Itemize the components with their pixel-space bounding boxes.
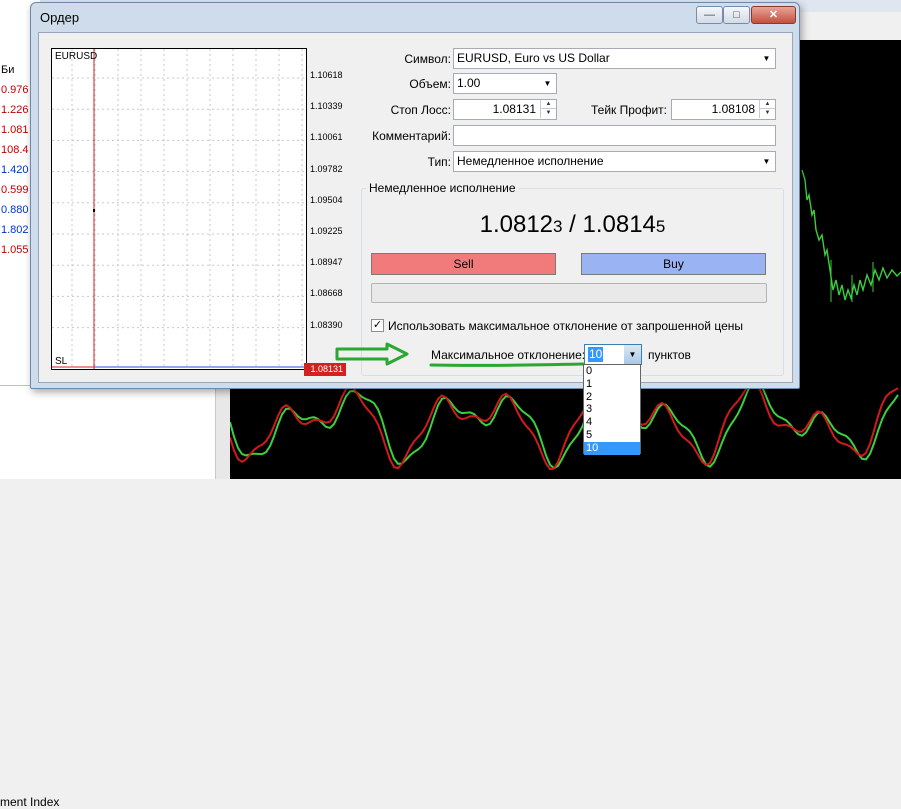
spin-down-icon[interactable]: ▼ xyxy=(759,109,775,118)
execution-group-title: Немедленное исполнение xyxy=(366,181,519,195)
take-profit-label: Тейк Профит: xyxy=(591,103,667,117)
navigator-panel: ment Index xyxy=(0,385,215,809)
quote-separator: / xyxy=(562,211,583,238)
chevron-down-icon: ▼ xyxy=(762,54,771,63)
deviation-option[interactable]: 3 xyxy=(584,403,640,416)
price-tick-label: 1.08668 xyxy=(310,288,343,299)
dialog-title: Ордер xyxy=(40,10,80,25)
deviation-option[interactable]: 1 xyxy=(584,378,640,391)
comment-label: Комментарий: xyxy=(372,129,451,143)
comment-input[interactable] xyxy=(453,125,776,146)
spin-up-icon[interactable]: ▲ xyxy=(759,100,775,109)
chevron-down-icon: ▼ xyxy=(543,79,552,88)
quote-display: 1.08123 / 1.08145 xyxy=(361,211,784,239)
annotation-arrow xyxy=(335,342,585,367)
price-tick-label: 1.09225 xyxy=(310,226,343,236)
max-deviation-checkbox-label[interactable]: Использовать максимальное отклонение от … xyxy=(388,319,743,333)
symbol-select[interactable]: EURUSD, Euro vs US Dollar ▼ xyxy=(453,48,776,69)
take-profit-input[interactable]: 1.08108 ▲ ▼ xyxy=(671,99,776,120)
minimize-button[interactable]: — xyxy=(696,6,723,24)
take-profit-value: 1.08108 xyxy=(711,102,755,116)
maximize-button[interactable]: □ xyxy=(723,6,750,24)
volume-select[interactable]: 1.00 ▼ xyxy=(453,73,557,94)
ask-price: 1.0814 xyxy=(582,211,656,238)
deviation-option[interactable]: 0 xyxy=(584,365,640,378)
chevron-down-icon[interactable]: ▼ xyxy=(624,345,641,364)
chevron-down-icon: ▼ xyxy=(762,157,771,166)
tick-chart: EURUSD SL xyxy=(51,48,307,370)
deviation-option[interactable]: 10 xyxy=(584,441,640,455)
chart-sl-label: SL xyxy=(55,356,68,367)
stop-loss-label: Стоп Лосс: xyxy=(390,103,451,117)
dialog-titlebar[interactable]: Ордер — □ ✕ xyxy=(31,3,799,31)
deviation-option[interactable]: 5 xyxy=(584,429,640,442)
symbol-label: Символ: xyxy=(404,52,451,66)
price-tick-label: 1.08947 xyxy=(310,257,343,268)
max-deviation-dropdown-list[interactable]: 0 1 2 3 4 5 10 xyxy=(583,364,641,455)
green-underline xyxy=(429,362,585,367)
max-deviation-checkbox[interactable]: ✓ xyxy=(371,319,384,332)
deviation-option[interactable]: 2 xyxy=(584,391,640,404)
deviation-option[interactable]: 4 xyxy=(584,416,640,429)
volume-label: Объем: xyxy=(409,77,451,91)
symbol-value: EURUSD, Euro vs US Dollar xyxy=(457,51,610,65)
panel-splitter[interactable] xyxy=(215,385,230,479)
dialog-body: EURUSD SL 1.10618 1.10339 1.10061 1.09782 1.… xyxy=(38,32,793,383)
order-dialog: Ордер — □ ✕ EURUSD SL 1.10618 1.10339 1.10… xyxy=(30,2,800,389)
price-tick-label: 1.08390 xyxy=(310,319,343,330)
price-tick-label: 1.09504 xyxy=(310,194,343,205)
volume-value: 1.00 xyxy=(457,76,481,90)
price-chart-background xyxy=(797,40,901,365)
order-type-select[interactable]: Немедленное исполнение ▼ xyxy=(453,151,776,172)
close-button[interactable]: ✕ xyxy=(751,6,796,24)
bid-price: 1.0812 xyxy=(479,211,554,238)
order-type-value: Немедленное исполнение xyxy=(457,154,604,168)
progress-bar xyxy=(371,283,767,303)
indicator-list-item[interactable]: ment Index xyxy=(0,795,59,809)
sell-button[interactable]: Sell xyxy=(371,253,556,275)
ask-pipette: 5 xyxy=(655,217,666,236)
green-arrow-icon xyxy=(335,342,409,366)
units-label: пунктов xyxy=(648,348,691,362)
buy-button[interactable]: Buy xyxy=(581,253,766,275)
tick-chart-grid xyxy=(52,49,306,369)
type-label: Тип: xyxy=(427,155,451,169)
chart-symbol: EURUSD xyxy=(55,51,98,62)
